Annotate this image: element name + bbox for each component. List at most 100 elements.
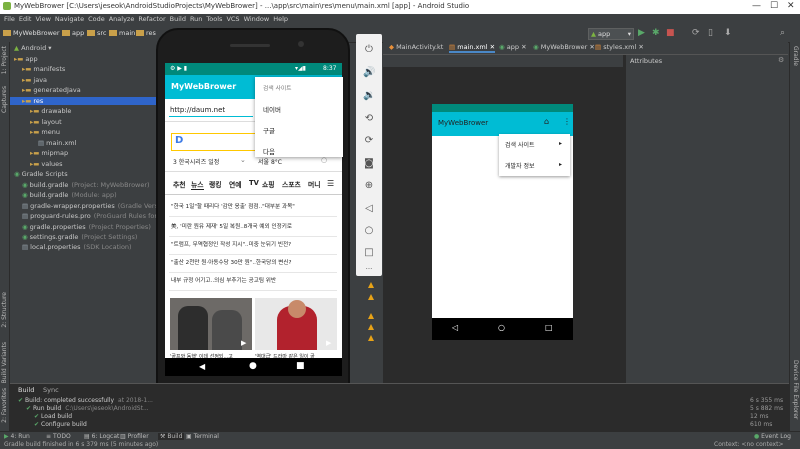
tab-terminal[interactable]: ▣ Terminal (186, 433, 219, 440)
tab-gradle[interactable]: Gradle (792, 46, 799, 66)
breadcrumb-res[interactable]: res (136, 29, 156, 37)
tree-item[interactable]: ◉ build.gradle (Project: MyWebBrower) (10, 181, 160, 189)
menu-item-file[interactable]: File (4, 14, 15, 25)
tab-main-xml[interactable]: ▤ main.xml ✕ (449, 43, 496, 53)
tree-item[interactable]: ▤ gradle-wrapper.properties (Gradle Versio… (10, 202, 170, 210)
menu-item-edit[interactable]: Edit (19, 14, 32, 25)
phone-nav-tab[interactable]: 추천 (173, 179, 186, 189)
warning-icon[interactable] (368, 335, 374, 341)
menu-item-google[interactable]: 구글 (263, 125, 275, 135)
sync-icon[interactable]: ⟳ (692, 28, 700, 38)
menu-item-help[interactable]: Help (273, 14, 288, 25)
breadcrumb-src[interactable]: src (87, 29, 107, 37)
tab-device-file-explorer[interactable]: Device File Explorer (792, 360, 799, 419)
rotate-right-icon[interactable]: ⟳ (363, 135, 375, 147)
back-icon[interactable]: ◀ (199, 362, 205, 371)
news-photo-2[interactable]: ▶ (255, 298, 337, 350)
breadcrumb-project[interactable]: MyWebBrower (3, 29, 60, 37)
phone-nav-tab[interactable]: 연예 (229, 179, 242, 189)
home-icon[interactable]: ○ (363, 225, 375, 237)
menu-icon[interactable]: ☰ (327, 179, 334, 188)
tab-app[interactable]: ◉ app ✕ (499, 43, 527, 51)
phone-nav-tab[interactable]: 랭킹 (209, 179, 222, 189)
warning-icon[interactable] (368, 324, 374, 330)
warning-icon[interactable] (368, 313, 374, 319)
stop-icon[interactable]: ■ (666, 28, 675, 38)
tab-build[interactable]: ⚒ Build (158, 433, 185, 440)
tree-item[interactable]: ▸▬ layout (10, 118, 160, 126)
maximize-icon[interactable]: ☐ (770, 1, 778, 11)
build-log-line[interactable]: ✔ Run build C:\Users\jeseok\AndroidSt... (26, 405, 149, 412)
volume-up-icon[interactable]: 🔊 (363, 67, 375, 79)
tab-captures[interactable]: Captures (1, 86, 8, 113)
menu-item-code[interactable]: Code (88, 14, 105, 25)
tree-item[interactable]: ▸▬ mipmap (10, 149, 160, 157)
tree-item[interactable]: ▸▬ res (10, 97, 160, 105)
warning-icon[interactable] (368, 294, 374, 300)
build-log-line[interactable]: ✔ Build: completed successfully at 2018-1.… (18, 397, 153, 404)
tab-build-variants[interactable]: Build Variants (1, 342, 8, 383)
news-headline[interactable]: "트럼프, 무역협정인 작성 지시"..미중 눈뒤기 빈전? (171, 240, 291, 248)
tab-styles-xml[interactable]: ▤ styles.xml ✕ (595, 43, 644, 51)
news-headline[interactable]: 내부 규정 어기고..의심 부추기는 공고팀 위반 (171, 276, 276, 284)
tree-item[interactable]: ▤ main.xml (10, 139, 160, 147)
tab-logcat[interactable]: ▤ 6: Logcat (84, 433, 119, 440)
chevron-down-icon[interactable]: ⌄ (240, 156, 246, 164)
tree-item[interactable]: ◉ gradle.properties (Project Properties) (10, 223, 160, 231)
menu-item-refactor[interactable]: Refactor (138, 14, 165, 25)
tab-todo[interactable]: ≡ TODO (46, 433, 71, 440)
more-icon[interactable]: ··· (363, 263, 375, 275)
tab-run[interactable]: ▶ 4: Run (4, 433, 30, 440)
menu-item-naver[interactable]: 네이버 (263, 104, 281, 114)
overview-icon[interactable]: □ (363, 247, 375, 259)
event-log-tab[interactable]: ● Event Log (754, 433, 791, 440)
zoom-icon[interactable]: ⊕ (363, 180, 375, 192)
news-headline[interactable]: 美, '미란 원유 제재' 5일 복원..8개국 예외 인정키로 (171, 222, 292, 230)
tree-item[interactable]: ◉ build.gradle (Module: app) (10, 191, 160, 199)
avd-manager-icon[interactable]: ▯ (708, 28, 713, 38)
tree-item[interactable]: ▤ proguard-rules.pro (ProGuard Rules for a… (10, 212, 174, 220)
news-headline[interactable]: "한국 1일"할 때리다 '감만 응출' 점점.."대부분 과목" (171, 202, 295, 210)
tree-item[interactable]: ▸▬ generatedJava (10, 86, 160, 94)
menu-item-run[interactable]: Run (190, 14, 202, 25)
build-log-line[interactable]: ✔ Load build (34, 413, 72, 420)
tree-item[interactable]: ◉ Gradle Scripts (10, 170, 160, 178)
tab-mywebbrower[interactable]: ◉ MyWebBrower ✕ (533, 43, 595, 51)
search-icon[interactable]: ⌕ (780, 28, 785, 38)
screenshot-icon[interactable]: ◙ (363, 158, 375, 170)
news-headline[interactable]: "출산 2천만 원·아동수당 30만 원"..한국당의 변신? (171, 258, 292, 266)
menu-item-build[interactable]: Build (170, 14, 186, 25)
menu-item-analyze[interactable]: Analyze (109, 14, 135, 25)
minimize-icon[interactable]: — (752, 1, 761, 11)
tab-favorites[interactable]: 2: Favorites (1, 388, 8, 423)
sync-tab[interactable]: Sync (43, 386, 59, 394)
back-icon[interactable]: ◁ (363, 203, 375, 215)
run-icon[interactable]: ▶ (638, 28, 645, 38)
tab-profiler[interactable]: ▥ Profiler (120, 433, 149, 440)
menu-item-vcs[interactable]: VCS (226, 14, 239, 25)
preview-menu-item-developer[interactable]: 개발자 정보 (505, 161, 535, 170)
menu-item-navigate[interactable]: Navigate (55, 14, 84, 25)
preview-menu-item-search[interactable]: 검색 사이트 (505, 140, 535, 149)
tree-item[interactable]: ▸▬ menu (10, 128, 160, 136)
settings-icon[interactable]: ⚙ (778, 56, 784, 64)
menu-item-tools[interactable]: Tools (206, 14, 222, 25)
daum-search-box[interactable]: D (171, 133, 257, 151)
rotate-left-icon[interactable]: ⟲ (363, 113, 375, 125)
run-config-select[interactable]: ▲ app ▾ (588, 28, 634, 40)
build-log-line[interactable]: ✔ Configure build (34, 421, 87, 428)
news-photo-1[interactable]: ▶ (170, 298, 252, 350)
breadcrumb-app[interactable]: app (62, 29, 84, 37)
debug-icon[interactable]: ✱ (652, 28, 660, 38)
breadcrumb-main[interactable]: main (109, 29, 135, 37)
warning-icon[interactable] (368, 282, 374, 288)
volume-down-icon[interactable]: 🔉 (363, 90, 375, 102)
phone-nav-tab[interactable]: 쇼핑 (262, 179, 275, 189)
tab-structure[interactable]: 2: Structure (1, 292, 8, 328)
menu-item-view[interactable]: View (35, 14, 50, 25)
tree-item[interactable]: ▸▬ java (10, 76, 160, 84)
build-tab[interactable]: Build (18, 386, 34, 394)
recents-icon[interactable]: ■ (296, 361, 305, 371)
phone-nav-tab[interactable]: 머니 (308, 179, 321, 189)
home-icon[interactable]: ● (249, 361, 257, 371)
